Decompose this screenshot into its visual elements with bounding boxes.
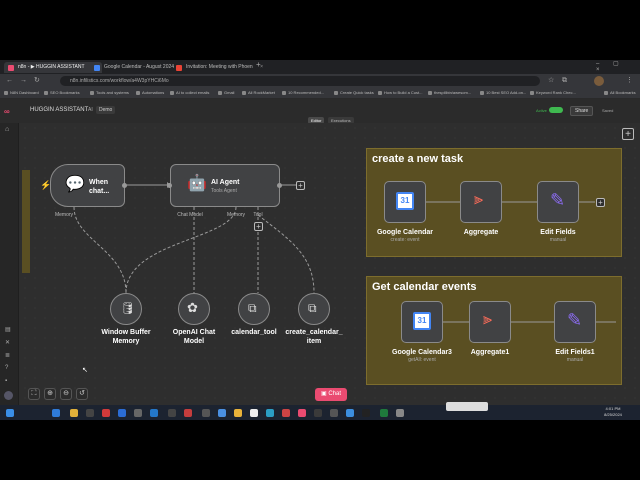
app-icon[interactable] xyxy=(234,409,242,417)
app-icon[interactable] xyxy=(266,409,274,417)
workflow-icon: ⧉ xyxy=(308,301,317,315)
chat-button[interactable]: ▣ Chat xyxy=(315,388,347,401)
lightning-trigger-icon: ⚡ xyxy=(40,180,52,190)
aggregate1-node[interactable]: ⫸ xyxy=(469,301,511,343)
excel-icon[interactable] xyxy=(380,409,388,417)
node-label: Google Calendar3 xyxy=(392,349,452,356)
node-label: Edit Fields1 xyxy=(555,349,595,356)
robot-icon: 🤖 xyxy=(187,175,207,192)
zoom-in-button[interactable]: ⊕ xyxy=(44,388,56,400)
reset-zoom-button[interactable]: ↺ xyxy=(76,388,88,400)
chrome-icon[interactable] xyxy=(250,409,258,417)
ai-agent-node[interactable]: 🤖 AI Agent Tools Agent xyxy=(170,164,280,207)
port-label-memory: Memory xyxy=(226,212,246,218)
connection-agent-memory xyxy=(125,206,237,294)
edit-fields-node[interactable]: ✎ xyxy=(537,181,579,223)
node-label: OpenAI Chat Model xyxy=(173,328,215,346)
google-calendar3-node[interactable]: 31 xyxy=(401,301,443,343)
node-label: calendar_tool xyxy=(231,329,277,336)
app-icon[interactable] xyxy=(346,409,354,417)
input-port[interactable] xyxy=(167,183,172,188)
add-tool-plus-icon[interactable]: + xyxy=(254,222,263,231)
edit-fields1-node[interactable]: ✎ xyxy=(554,301,596,343)
connection-agent-tool2 xyxy=(257,214,315,294)
node-sublabel: manual xyxy=(549,237,567,243)
node-title: AI Agent xyxy=(211,179,240,186)
app-icon[interactable] xyxy=(202,409,210,417)
app-icon[interactable] xyxy=(168,409,176,417)
add-node-plus-icon[interactable]: + xyxy=(296,181,305,190)
output-port[interactable] xyxy=(277,183,282,188)
clock-time: 4:01 PM xyxy=(605,406,621,411)
node-label: Aggregate1 xyxy=(470,349,510,356)
node-label-line: Window Buffer xyxy=(101,329,151,336)
node-label: Google Calendar xyxy=(376,229,434,236)
add-node-plus-icon[interactable]: + xyxy=(596,198,605,207)
node-title: When chat... xyxy=(89,178,109,196)
node-label-line: OpenAI Chat xyxy=(172,329,216,336)
node-sublabel: manual xyxy=(566,357,584,363)
app-icon[interactable] xyxy=(218,409,226,417)
database-icon: 🛢 xyxy=(120,301,136,315)
node-label-line: Memory xyxy=(112,338,140,345)
node-sublabel: getAll: event xyxy=(408,357,436,363)
app-icon[interactable] xyxy=(314,409,322,417)
pencil-icon: ✎ xyxy=(567,310,583,330)
port-label-chat-model: Chat Model xyxy=(177,212,203,218)
output-port[interactable] xyxy=(122,183,127,188)
google-calendar-icon: 31 xyxy=(413,312,431,330)
google-calendar-icon: 31 xyxy=(396,192,414,210)
node-label-line: create_calendar_ xyxy=(285,329,343,336)
fit-view-button[interactable]: ⛶ xyxy=(28,388,40,400)
terminal-icon[interactable] xyxy=(362,409,370,417)
port-label-memory: Memory xyxy=(54,212,74,218)
chat-bubbles-icon: 💬 xyxy=(65,176,85,193)
node-label: create_calendar_item xyxy=(285,328,342,346)
calendar-tool-node[interactable]: ⧉ xyxy=(238,293,270,325)
google-calendar-node[interactable]: 31 xyxy=(384,181,426,223)
n8n-taskbar-icon[interactable] xyxy=(298,409,306,417)
zoom-out-button[interactable]: ⊖ xyxy=(60,388,72,400)
app-icon[interactable] xyxy=(134,409,142,417)
app-icon[interactable] xyxy=(118,409,126,417)
chat-button-label: Chat xyxy=(328,391,342,397)
openai-icon: ✿ xyxy=(187,300,198,315)
node-label: Edit Fields xyxy=(540,229,576,236)
node-label-line: Model xyxy=(183,338,205,345)
app-icon[interactable] xyxy=(282,409,290,417)
node-subtitle: Tools Agent xyxy=(211,188,237,194)
taskbar-clock[interactable]: 4:01 PM 8/25/2024 xyxy=(598,406,628,418)
recording-toolbar[interactable] xyxy=(446,402,488,411)
window-buffer-memory-node[interactable]: 🛢 xyxy=(110,293,142,325)
settings-gear-icon[interactable] xyxy=(396,409,404,417)
node-title-line: When xyxy=(89,179,109,186)
app-icon[interactable] xyxy=(184,409,192,417)
pencil-icon: ✎ xyxy=(550,190,566,210)
node-label: Aggregate xyxy=(463,229,499,236)
edge-icon[interactable] xyxy=(52,409,60,417)
app-icon[interactable] xyxy=(86,409,94,417)
workflow-icon: ⧉ xyxy=(248,301,257,315)
port-label-tool: Tool xyxy=(253,212,263,218)
app-icon[interactable] xyxy=(102,409,110,417)
node-sublabel: create: event xyxy=(390,237,420,243)
clock-date: 8/25/2024 xyxy=(604,412,622,417)
vscode-icon[interactable] xyxy=(150,409,158,417)
chat-trigger-node[interactable]: 💬 When chat... xyxy=(50,164,125,207)
connection-trigger-memory xyxy=(73,206,127,294)
windows-start-icon[interactable] xyxy=(6,409,14,417)
aggregate-node[interactable]: ⫸ xyxy=(460,181,502,223)
aggregate-icon: ⫸ xyxy=(474,191,484,208)
app-icon[interactable] xyxy=(330,409,338,417)
file-explorer-icon[interactable] xyxy=(70,409,78,417)
node-label: Window Buffer Memory xyxy=(101,328,150,346)
node-label-line: item xyxy=(306,338,322,345)
aggregate-icon: ⫸ xyxy=(483,311,493,328)
node-title-line: chat... xyxy=(89,188,110,195)
create-calendar-item-node[interactable]: ⧉ xyxy=(298,293,330,325)
mouse-cursor-icon: ↖ xyxy=(82,367,88,374)
openai-chat-model-node[interactable]: ✿ xyxy=(178,293,210,325)
